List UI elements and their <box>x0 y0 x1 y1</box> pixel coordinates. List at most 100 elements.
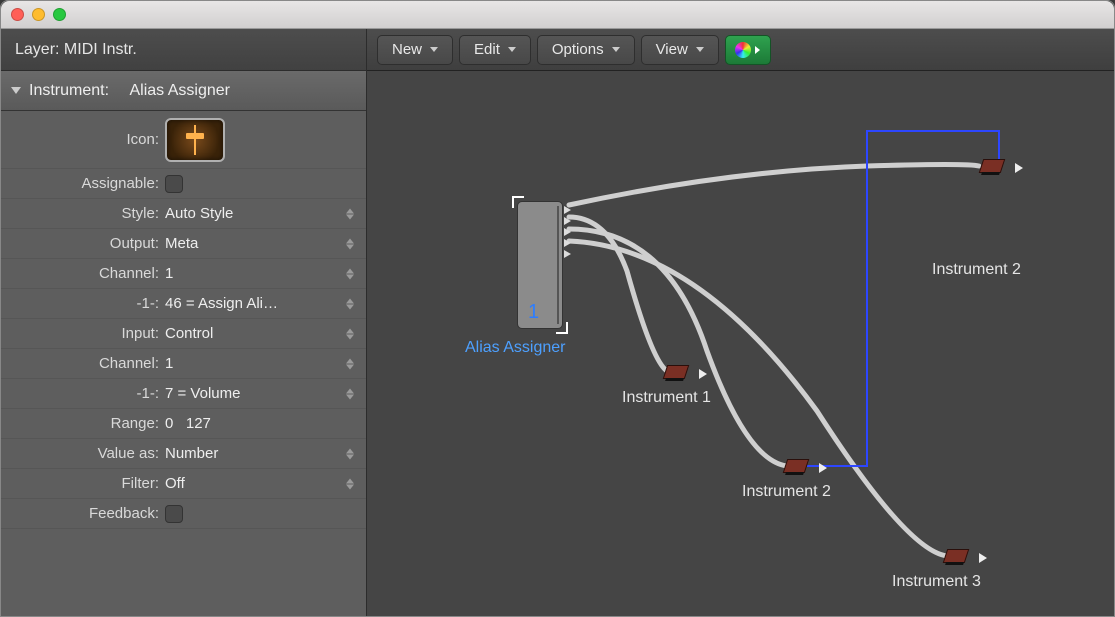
prop-row-out-channel[interactable]: Channel: 1 <box>1 259 366 289</box>
prop-row-valueas[interactable]: Value as: Number <box>1 439 366 469</box>
instrument-node[interactable] <box>979 159 1006 173</box>
prop-row-feedback: Feedback: <box>1 499 366 529</box>
chevron-down-icon <box>696 47 704 52</box>
menu-label: Edit <box>474 41 500 58</box>
palette-icon <box>735 42 751 58</box>
port-icon[interactable] <box>564 228 571 236</box>
disclosure-triangle-icon[interactable] <box>11 87 21 94</box>
stepper-icon[interactable] <box>346 268 354 279</box>
environment-canvas[interactable]: 1 Alias Assigner Instrument 1 Instrume <box>367 71 1114 616</box>
output-flag-icon[interactable] <box>699 369 707 379</box>
icon-well[interactable] <box>165 118 225 162</box>
inspector-sidebar: Layer: MIDI Instr. Instrument: Alias Ass… <box>1 29 367 616</box>
instrument-section-header[interactable]: Instrument: Alias Assigner <box>1 71 366 111</box>
port-icon[interactable] <box>564 217 571 225</box>
chevron-down-icon <box>612 47 620 52</box>
stepper-icon[interactable] <box>346 208 354 219</box>
prop-label: Filter: <box>7 475 165 492</box>
port-icon[interactable] <box>564 250 571 258</box>
instrument-label: Instrument 1 <box>622 389 711 407</box>
stepper-icon[interactable] <box>346 358 354 369</box>
chevron-down-icon <box>430 47 438 52</box>
style-value: Auto Style <box>165 205 360 222</box>
prop-label: -1-: <box>7 295 165 312</box>
stepper-icon[interactable] <box>346 238 354 249</box>
port-icon[interactable] <box>564 206 571 214</box>
output-flag-icon[interactable] <box>1015 163 1023 173</box>
range-hi[interactable]: 127 <box>186 415 211 432</box>
chevron-down-icon <box>508 47 516 52</box>
menu-label: View <box>656 41 688 58</box>
instrument-node[interactable] <box>943 549 970 563</box>
prop-label: Channel: <box>7 265 165 282</box>
prop-row-in-channel[interactable]: Channel: 1 <box>1 349 366 379</box>
filter-value: Off <box>165 475 360 492</box>
fader-object[interactable]: 1 <box>517 201 563 329</box>
stepper-icon[interactable] <box>346 328 354 339</box>
output-flag-icon[interactable] <box>979 553 987 563</box>
instrument-node[interactable] <box>783 459 810 473</box>
fader-strip[interactable] <box>557 206 559 324</box>
range-lo[interactable]: 0 <box>165 415 173 432</box>
stepper-icon[interactable] <box>346 388 354 399</box>
zoom-icon[interactable] <box>53 8 66 21</box>
prop-label: Range: <box>7 415 165 432</box>
prop-label: Icon: <box>7 131 165 148</box>
prop-label: Value as: <box>7 445 165 462</box>
stepper-icon[interactable] <box>346 448 354 459</box>
new-menu[interactable]: New <box>377 35 453 65</box>
prop-row-in-param[interactable]: -1-: 7 = Volume <box>1 379 366 409</box>
layer-label: Layer: <box>15 41 59 59</box>
valueas-value: Number <box>165 445 360 462</box>
instrument-node[interactable] <box>663 365 690 379</box>
prop-row-output[interactable]: Output: Meta <box>1 229 366 259</box>
section-value: Alias Assigner <box>129 82 230 100</box>
instrument-label: Instrument 2 <box>932 261 1021 279</box>
instrument-label: Instrument 2 <box>742 483 831 501</box>
stepper-icon[interactable] <box>346 478 354 489</box>
prop-row-input[interactable]: Input: Control <box>1 319 366 349</box>
prop-label: Channel: <box>7 355 165 372</box>
out-param-value: 46 = Assign Ali… <box>165 295 360 312</box>
prop-label: Feedback: <box>7 505 165 522</box>
environment-workspace: New Edit Options View 1 <box>367 29 1114 616</box>
options-menu[interactable]: Options <box>537 35 635 65</box>
window-titlebar <box>1 1 1114 29</box>
prop-row-range[interactable]: Range: 0 127 <box>1 409 366 439</box>
prop-row-style[interactable]: Style: Auto Style <box>1 199 366 229</box>
menu-label: Options <box>552 41 604 58</box>
menu-label: New <box>392 41 422 58</box>
prop-row-icon: Icon: <box>1 111 366 169</box>
color-palette-button[interactable] <box>725 35 771 65</box>
view-menu[interactable]: View <box>641 35 719 65</box>
output-ports <box>564 206 571 258</box>
edit-menu[interactable]: Edit <box>459 35 531 65</box>
prop-row-out-param[interactable]: -1-: 46 = Assign Ali… <box>1 289 366 319</box>
workspace-toolbar: New Edit Options View <box>367 29 1114 71</box>
layer-selector[interactable]: Layer: MIDI Instr. <box>1 29 366 71</box>
prop-row-assignable: Assignable: <box>1 169 366 199</box>
input-value: Control <box>165 325 360 342</box>
fader-icon <box>189 125 201 155</box>
prop-row-filter[interactable]: Filter: Off <box>1 469 366 499</box>
feedback-checkbox[interactable] <box>165 505 183 523</box>
stepper-icon[interactable] <box>346 298 354 309</box>
in-channel-value: 1 <box>165 355 360 372</box>
instrument-label: Instrument 3 <box>892 573 981 591</box>
in-param-value: 7 = Volume <box>165 385 360 402</box>
prop-label: -1-: <box>7 385 165 402</box>
chevron-right-icon <box>755 46 760 54</box>
prop-label: Input: <box>7 325 165 342</box>
section-label: Instrument: <box>29 82 109 100</box>
port-icon[interactable] <box>564 239 571 247</box>
assignable-checkbox[interactable] <box>165 175 183 193</box>
prop-label: Output: <box>7 235 165 252</box>
output-flag-icon[interactable] <box>819 463 827 473</box>
layer-value: MIDI Instr. <box>64 41 137 59</box>
prop-label: Assignable: <box>7 175 165 192</box>
minimize-icon[interactable] <box>32 8 45 21</box>
close-icon[interactable] <box>11 8 24 21</box>
prop-label: Style: <box>7 205 165 222</box>
fader-label: Alias Assigner <box>465 339 566 357</box>
out-channel-value: 1 <box>165 265 360 282</box>
